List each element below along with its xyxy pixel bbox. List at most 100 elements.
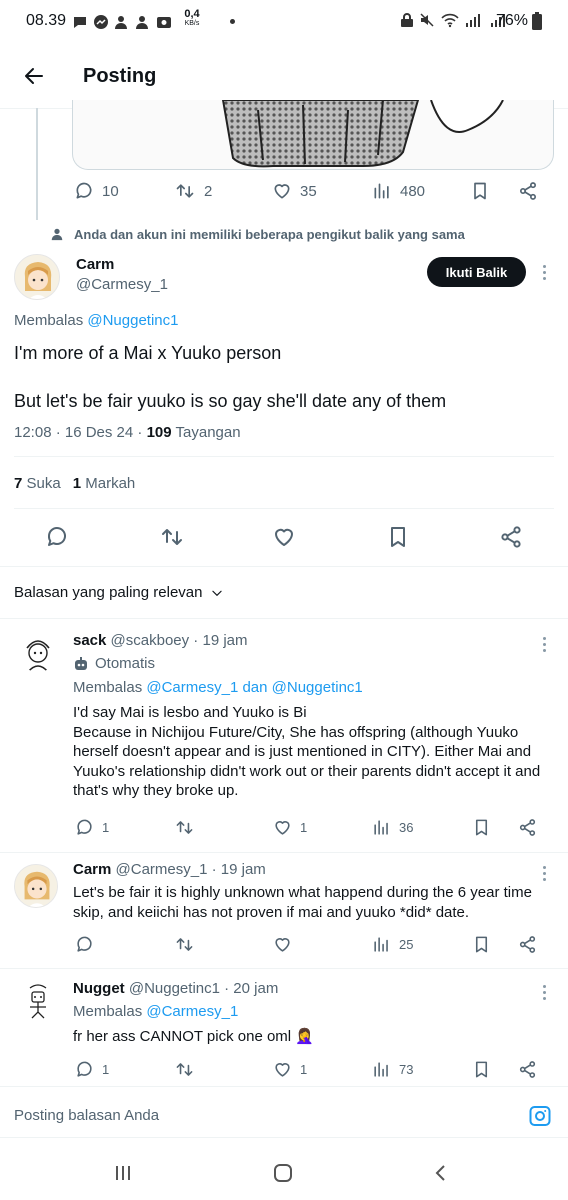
views-icon [374,820,388,835]
more-options-icon[interactable] [534,982,554,1002]
back-icon[interactable] [430,1162,452,1184]
status-dot [230,19,235,24]
reply-icon[interactable] [45,525,69,549]
like-count: 1 [300,1062,308,1077]
views-button[interactable]: 480 [372,181,425,201]
reply-count: 1 [102,820,110,835]
reply-icon [77,1061,92,1077]
view-label: Tayangan [175,424,241,441]
reply-icon [77,819,92,835]
divider [14,456,554,457]
reply-author-name[interactable]: sack [73,632,106,649]
views-button[interactable]: 36 [372,818,413,837]
author-name[interactable]: Carm [76,256,114,273]
share-icon[interactable] [499,525,523,549]
reply-button[interactable]: 1 [75,1060,109,1079]
retweet-count: 2 [204,182,213,200]
share-icon[interactable] [518,1060,537,1079]
retweet-icon[interactable] [159,525,185,549]
reply-text: Let's be fair it is highly unknown what … [73,884,532,921]
signal-icon [466,14,480,27]
avatar[interactable] [14,864,58,908]
reply-count: 10 [102,182,119,200]
author-handle[interactable]: @Carmesy_1 [76,276,168,293]
avatar-image [15,255,59,299]
replying-to: Membalas @Carmesy_1 dan @Nuggetinc1 [73,679,363,696]
camera-icon[interactable] [528,1104,552,1128]
avatar-image [18,980,58,1020]
top-header: Posting [0,44,568,108]
bookmark-icon[interactable] [470,181,490,201]
like-button[interactable]: 1 [273,818,307,837]
like-count: 35 [300,182,317,200]
reply-handle-time[interactable]: @Carmesy_1 · 19 jam [116,861,266,878]
recent-apps-icon[interactable] [112,1162,134,1184]
mention-link[interactable]: @Carmesy_1 [146,1003,238,1020]
reply-author-name[interactable]: Nugget [73,980,125,997]
reply-composer[interactable]: Posting balasan Anda [0,1087,568,1137]
reply-button[interactable]: 1 [75,818,109,837]
share-icon[interactable] [518,935,537,954]
home-icon[interactable] [272,1162,294,1184]
reply-icon [77,936,92,952]
reply-handle-time[interactable]: @scakboey · 19 jam [111,632,248,649]
views-icon [374,183,389,199]
more-options-icon[interactable] [534,863,554,883]
bookmark-icon[interactable] [472,818,491,837]
bookmarks-stat[interactable]: 1 Markah [73,475,136,492]
reply-author-name[interactable]: Carm [73,861,111,878]
views-button[interactable]: 73 [372,1060,413,1079]
reply-sort-dropdown[interactable]: Balasan yang paling relevan [14,584,224,601]
view-count: 109 [146,424,172,441]
retweet-button[interactable] [174,935,203,954]
share-icon[interactable] [518,818,537,837]
media-image [221,100,504,168]
divider [0,566,568,567]
reply-button[interactable] [75,935,102,954]
sort-label: Balasan yang paling relevan [14,584,203,601]
follow-back-button[interactable]: Ikuti Balik [427,257,526,287]
reply-input[interactable]: Posting balasan Anda [14,1107,159,1124]
like-button[interactable]: 35 [272,181,317,201]
automated-text: Otomatis [95,655,156,672]
message-icon [74,17,86,28]
prev-tweet-media[interactable] [72,100,554,170]
reply-handle-time[interactable]: @Nuggetinc1 · 20 jam [129,980,278,997]
reply-text: fr her ass CANNOT pick one oml 🤦‍♀️ [73,1028,314,1045]
share-icon[interactable] [518,181,538,201]
battery-icon [532,12,542,30]
heart-icon[interactable] [272,525,296,549]
divider [0,1137,568,1138]
reply-button[interactable]: 10 [74,181,119,201]
views-button[interactable]: 25 [372,935,413,954]
retweet-button[interactable] [174,1060,203,1079]
divider [14,508,554,509]
timestamp[interactable]: 12:08 · 16 Des 24 · [14,424,142,441]
like-button[interactable]: 1 [273,1060,307,1079]
avatar[interactable] [18,980,58,1020]
likes-stat[interactable]: 7 Suka [14,475,61,492]
retweet-button[interactable] [174,818,203,837]
system-nav-bar [0,1146,568,1200]
avatar[interactable] [14,254,60,300]
bookmark-icon[interactable] [386,525,410,549]
like-button[interactable] [273,935,300,954]
views-count: 36 [399,820,414,835]
tweet-text-line2: But let's be fair yuuko is so gay she'll… [14,391,447,411]
more-options-icon[interactable] [534,262,554,282]
person-icon [51,228,63,241]
likes-count: 7 [14,475,23,492]
more-options-icon[interactable] [534,634,554,654]
back-arrow-icon[interactable] [22,64,46,88]
bookmark-icon[interactable] [472,1060,491,1079]
mention-link[interactable]: @Nuggetinc1 [87,312,178,329]
page-title: Posting [83,65,157,87]
net-speed: 0,4 KB/s [180,9,204,29]
bookmark-icon[interactable] [472,935,491,954]
mention-link[interactable]: @Carmesy_1 dan @Nuggetinc1 [146,679,362,696]
retweet-icon [176,1063,193,1076]
retweet-button[interactable]: 2 [174,181,212,201]
replying-prefix: Membalas [73,1003,143,1020]
divider [0,618,568,619]
avatar[interactable] [18,632,58,672]
